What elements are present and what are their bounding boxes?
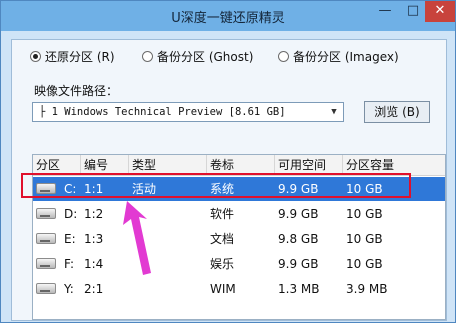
cell-drive: C: xyxy=(64,182,77,196)
cell-size: 10 GB xyxy=(346,182,383,196)
image-path-value: ├ 1 Windows Technical Preview [8.61 GB] xyxy=(39,106,286,118)
cell-size: 10 GB xyxy=(346,232,383,246)
cell-drive: D: xyxy=(64,207,78,221)
title-bar: U深度一键还原精灵 — □ ✕ xyxy=(1,1,455,31)
cell-label: 软件 xyxy=(210,207,235,221)
backup-imagex-radio-label: 备份分区 (Imagex) xyxy=(293,50,399,64)
cell-id: 1:2 xyxy=(84,207,104,221)
cell-size: 10 GB xyxy=(346,207,383,221)
cell-label: 娱乐 xyxy=(210,257,235,271)
cell-free: 9.9 GB xyxy=(278,207,319,221)
cell-free: 1.3 MB xyxy=(278,282,320,296)
cell-label: 系统 xyxy=(210,182,235,196)
cell-size: 3.9 MB xyxy=(346,282,388,296)
disk-icon xyxy=(36,183,56,194)
header-type[interactable]: 类型 xyxy=(129,155,207,175)
cell-type xyxy=(129,277,132,301)
table-row[interactable]: F: 1:4 娱乐 9.9 GB 10 GB xyxy=(33,252,445,276)
cell-type: 活动 xyxy=(132,182,157,196)
close-button[interactable]: ✕ xyxy=(425,1,455,22)
table-row[interactable]: D: 1:2 软件 9.9 GB 10 GB xyxy=(33,202,445,226)
backup-ghost-radio-label: 备份分区 (Ghost) xyxy=(157,50,254,64)
disk-icon xyxy=(36,258,56,269)
chevron-down-icon[interactable]: ▼ xyxy=(327,103,341,121)
disk-icon xyxy=(36,283,56,294)
restore-radio[interactable]: 还原分区 (R) xyxy=(30,48,115,65)
radio-dot-icon xyxy=(278,51,289,62)
main-window: U深度一键还原精灵 — □ ✕ 还原分区 (R) 备份分区 (Ghost) 备份… xyxy=(0,0,456,323)
backup-imagex-radio[interactable]: 备份分区 (Imagex) xyxy=(278,48,399,65)
cell-free: 9.8 GB xyxy=(278,232,319,246)
browse-button[interactable]: 浏览 (B) xyxy=(364,101,430,123)
radio-dot-icon xyxy=(142,51,153,62)
table-row[interactable]: E: 1:3 文档 9.8 GB 10 GB xyxy=(33,227,445,251)
annotation-arrow-icon xyxy=(123,201,151,275)
cell-id: 1:3 xyxy=(84,232,104,246)
mode-radio-group: 还原分区 (R) 备份分区 (Ghost) 备份分区 (Imagex) xyxy=(12,48,446,66)
disk-icon xyxy=(36,233,56,244)
header-number[interactable]: 编号 xyxy=(81,155,129,175)
minimize-button[interactable]: — xyxy=(371,1,399,22)
image-path-label: 映像文件路径： xyxy=(34,84,119,98)
header-label[interactable]: 卷标 xyxy=(207,155,275,175)
cell-drive: F: xyxy=(64,257,75,271)
cell-free: 9.9 GB xyxy=(278,182,319,196)
cell-size: 10 GB xyxy=(346,257,383,271)
backup-ghost-radio[interactable]: 备份分区 (Ghost) xyxy=(142,48,253,65)
header-free[interactable]: 可用空间 xyxy=(275,155,343,175)
cell-label: 文档 xyxy=(210,232,235,246)
radio-dot-icon xyxy=(30,51,41,62)
restore-radio-label: 还原分区 (R) xyxy=(45,50,115,64)
table-row[interactable]: Y: 2:1 WIM 1.3 MB 3.9 MB xyxy=(33,277,445,301)
cell-free: 9.9 GB xyxy=(278,257,319,271)
maximize-button[interactable]: □ xyxy=(399,1,427,22)
cell-drive: Y: xyxy=(64,282,74,296)
content-area: 还原分区 (R) 备份分区 (Ghost) 备份分区 (Imagex) 映像文件… xyxy=(11,39,447,321)
table-row[interactable]: C: 1:1 活动 系统 9.9 GB 10 GB xyxy=(33,177,445,201)
table-header: 分区 编号 类型 卷标 可用空间 分区容量 xyxy=(33,155,445,176)
image-path-select[interactable]: ├ 1 Windows Technical Preview [8.61 GB] … xyxy=(32,102,344,122)
cell-drive: E: xyxy=(64,232,76,246)
partition-table: 分区 编号 类型 卷标 可用空间 分区容量 C: 1:1 活动 系统 9.9 G… xyxy=(32,154,446,320)
header-size[interactable]: 分区容量 xyxy=(343,155,445,175)
disk-icon xyxy=(36,208,56,219)
cell-id: 2:1 xyxy=(84,282,104,296)
cell-label: WIM xyxy=(210,282,236,296)
cell-id: 1:1 xyxy=(84,182,104,196)
cell-id: 1:4 xyxy=(84,257,104,271)
header-partition[interactable]: 分区 xyxy=(33,155,81,175)
